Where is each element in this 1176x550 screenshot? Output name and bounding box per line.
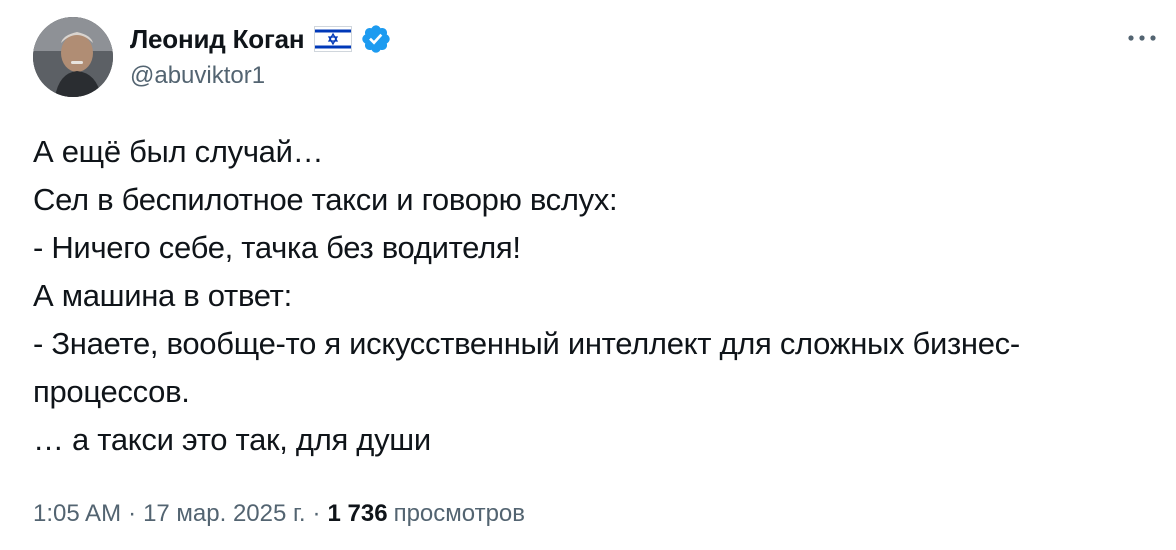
tweet-text-line: - Ничего себе, тачка без водителя! xyxy=(33,230,521,265)
views-count: 1 736 xyxy=(327,500,388,527)
tweet-text-line: процессов. xyxy=(33,374,190,409)
tweet-metadata: 1:05 AM · 17 мар. 2025 г. · 1 736 просмотр… xyxy=(33,496,525,532)
avatar-image xyxy=(33,17,113,97)
separator-dot: · xyxy=(312,500,321,527)
tweet-text-line: Сел в беспилотное такси и говорю вслух: xyxy=(33,182,618,217)
tweet-date: 17 мар. 2025 г. xyxy=(143,500,306,527)
verified-badge-icon[interactable] xyxy=(360,23,392,55)
avatar[interactable] xyxy=(33,17,113,97)
tweet-text-line: … а такси это так, для души xyxy=(33,422,431,457)
tweet-text: А ещё был случай… Сел в беспилотное такс… xyxy=(33,128,1163,464)
tweet-text-line: А ещё был случай… xyxy=(33,134,324,169)
more-horizontal-icon xyxy=(1128,35,1156,41)
tweet-card: Леонид Коган @abuviktor1 А ещё был случа… xyxy=(0,0,1176,550)
more-options-button[interactable] xyxy=(1120,20,1164,56)
author-display-name[interactable]: Леонид Коган xyxy=(130,24,305,55)
author-handle[interactable]: @abuviktor1 xyxy=(130,62,265,90)
tweet-text-line: - Знаете, вообще-то я искусственный инте… xyxy=(33,326,1020,361)
tweet-text-line: А машина в ответ: xyxy=(33,278,292,313)
views-label: просмотров xyxy=(393,500,526,527)
tweet-time: 1:05 AM xyxy=(33,500,122,527)
separator-dot: · xyxy=(128,500,137,527)
israel-flag-icon xyxy=(314,26,353,52)
tweet-timestamp-link[interactable]: 1:05 AM · 17 мар. 2025 г. xyxy=(33,500,306,528)
author-name-row: Леонид Коган xyxy=(130,22,392,56)
